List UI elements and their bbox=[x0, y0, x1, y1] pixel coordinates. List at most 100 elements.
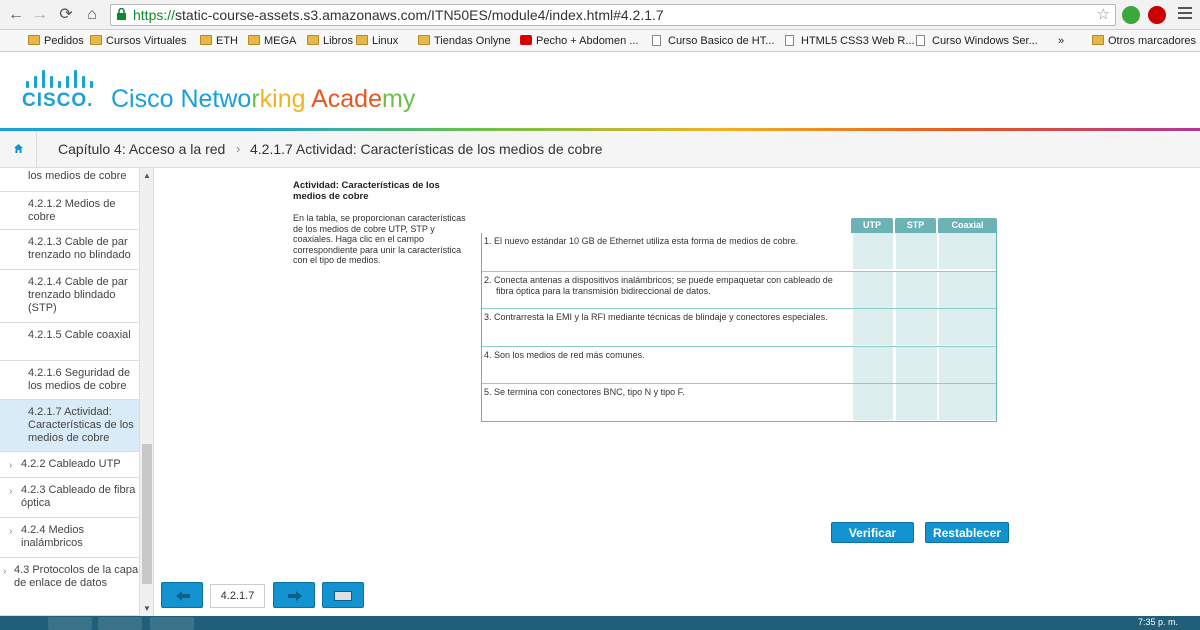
next-page-button[interactable] bbox=[273, 582, 315, 608]
sidebar-item-label: los medios de cobre bbox=[28, 170, 127, 182]
sidebar-item[interactable]: 4.2.1.3 Cable de par trenzado no blindad… bbox=[0, 230, 139, 270]
table-row: 1. El nuevo estándar 10 GB de Ethernet u… bbox=[482, 233, 996, 270]
answer-cell-stp[interactable] bbox=[894, 271, 937, 308]
bookmark-item[interactable]: Pedidos bbox=[28, 34, 84, 48]
sidebar: › 4.3 Protocolos de la capa de enlace de … bbox=[0, 168, 154, 616]
column-header-stp: STP bbox=[895, 218, 936, 233]
scroll-thumb[interactable] bbox=[142, 444, 152, 584]
bookmark-item[interactable]: HTML5 CSS3 Web R... bbox=[785, 34, 915, 48]
menu-icon[interactable] bbox=[1178, 7, 1192, 21]
bookmark-item[interactable]: Libros bbox=[307, 34, 353, 48]
toc-button[interactable] bbox=[322, 582, 364, 608]
bookmark-label: Cursos Virtuales bbox=[106, 35, 187, 47]
column-header-utp: UTP bbox=[851, 218, 893, 233]
academy-title: Cisco Networking Academy bbox=[111, 85, 415, 114]
bookmark-label: Tiendas Onlyne bbox=[434, 35, 511, 47]
forward-icon[interactable]: → bbox=[30, 5, 50, 25]
taskbar-clock: 7:35 p. m. bbox=[1137, 617, 1178, 627]
title-segment: r bbox=[251, 85, 260, 113]
answer-cell-utp[interactable] bbox=[851, 233, 893, 269]
folder-icon bbox=[248, 35, 260, 45]
title-segment: my bbox=[382, 85, 416, 113]
row-characteristic: 2. Conecta antenas a dispositivos inalám… bbox=[484, 274, 833, 296]
breadcrumb-separator: › bbox=[236, 141, 241, 156]
bookmark-item[interactable]: Cursos Virtuales bbox=[90, 34, 187, 48]
site-header: CISCO. Cisco Networking Academy bbox=[0, 52, 1200, 130]
row-characteristic: 4. Son los medios de red más comunes. bbox=[484, 349, 645, 360]
taskbar-app-icon[interactable] bbox=[150, 617, 194, 630]
youtube-icon bbox=[520, 35, 532, 45]
table-row: 4. Son los medios de red más comunes. bbox=[482, 345, 996, 383]
sidebar-item[interactable]: 4.2.1.7 Actividad: Características de lo… bbox=[0, 400, 139, 452]
sidebar-item[interactable]: 4.2.1.2 Medios de cobre bbox=[0, 192, 139, 230]
back-icon[interactable]: ← bbox=[6, 5, 26, 25]
other-bookmarks-label: Otros marcadores bbox=[1108, 35, 1197, 47]
answer-cell-coaxial[interactable] bbox=[937, 384, 996, 421]
bookmark-item[interactable]: Curso Basico de HT... bbox=[652, 34, 774, 48]
cisco-logo[interactable]: CISCO. bbox=[22, 70, 96, 112]
sidebar-item[interactable]: › 4.2.2 Cableado UTP bbox=[0, 452, 139, 478]
sidebar-item[interactable]: 4.2.1.4 Cable de par trenzado blindado (… bbox=[0, 270, 139, 323]
bookmark-item[interactable]: Tiendas Onlyne bbox=[418, 34, 511, 48]
bookmark-item[interactable]: Pecho + Abdomen ... bbox=[520, 34, 638, 48]
answer-cell-stp[interactable] bbox=[894, 309, 937, 346]
row-characteristic: 3. Contrarresta la EMI y la RFI mediante… bbox=[484, 312, 828, 323]
answer-cell-utp[interactable] bbox=[851, 346, 893, 383]
address-bar[interactable]: https://static-course-assets.s3.amazonaw… bbox=[110, 4, 1116, 26]
url-scheme: https:// bbox=[133, 7, 176, 23]
chevron-right-icon: › bbox=[9, 526, 13, 537]
answer-cell-utp[interactable] bbox=[851, 309, 893, 346]
sidebar-item[interactable]: los medios de cobre bbox=[0, 168, 139, 192]
home-icon[interactable]: ⌂ bbox=[82, 5, 102, 25]
answer-cell-stp[interactable] bbox=[894, 233, 937, 269]
chevron-right-icon: › bbox=[9, 460, 13, 471]
bookmark-label: Curso Windows Ser... bbox=[932, 35, 1038, 47]
previous-page-button[interactable] bbox=[161, 582, 203, 608]
sidebar-item-label: 4.2.1.5 Cable coaxial bbox=[28, 329, 131, 341]
sidebar-item[interactable]: 4.2.1.6 Seguridad de los medios de cobre bbox=[0, 361, 139, 400]
bookmark-item[interactable]: Curso Windows Ser... bbox=[916, 34, 1038, 48]
answer-cell-coaxial[interactable] bbox=[937, 346, 996, 383]
answer-cell-utp[interactable] bbox=[851, 271, 893, 308]
bookmark-item[interactable]: ETH bbox=[200, 34, 238, 48]
bookmark-label: Pecho + Abdomen ... bbox=[536, 35, 639, 47]
page-icon bbox=[785, 35, 794, 46]
breadcrumb-chapter[interactable]: Capítulo 4: Acceso a la red bbox=[58, 141, 225, 157]
scroll-up-icon[interactable]: ▲ bbox=[143, 171, 151, 180]
verify-button[interactable]: Verificar bbox=[831, 522, 914, 543]
home-icon bbox=[14, 144, 23, 153]
sidebar-item[interactable]: › 4.2.4 Medios inalámbricos bbox=[0, 518, 139, 558]
answer-cell-stp[interactable] bbox=[894, 384, 937, 421]
reset-button[interactable]: Restablecer bbox=[925, 522, 1009, 543]
reload-icon[interactable]: ⟳ bbox=[56, 5, 76, 25]
folder-icon bbox=[1092, 35, 1104, 45]
home-button[interactable] bbox=[0, 131, 37, 167]
url-text: static-course-assets.s3.amazonaws.com/IT… bbox=[175, 7, 664, 23]
bookmark-label: Linux bbox=[372, 35, 399, 47]
extension-icon[interactable] bbox=[1122, 6, 1140, 24]
row-characteristic: 1. El nuevo estándar 10 GB de Ethernet u… bbox=[484, 236, 799, 246]
answer-cell-stp[interactable] bbox=[894, 346, 937, 383]
scroll-down-icon[interactable]: ▼ bbox=[143, 604, 151, 613]
answer-cell-coaxial[interactable] bbox=[937, 309, 996, 346]
more-bookmarks-button[interactable]: » bbox=[1058, 34, 1064, 48]
star-icon[interactable]: ☆ bbox=[1097, 5, 1110, 25]
table-row: 5. Se termina con conectores BNC, tipo N… bbox=[482, 383, 996, 421]
page-icon bbox=[652, 35, 661, 46]
answer-cell-coaxial[interactable] bbox=[937, 233, 996, 269]
sidebar-scrollbar[interactable]: ▲ ▼ bbox=[139, 168, 153, 616]
sidebar-item-label: 4.3 Protocolos de la capa de enlace de d… bbox=[14, 564, 139, 589]
answer-cell-coaxial[interactable] bbox=[937, 271, 996, 308]
sidebar-item[interactable]: 4.2.1.5 Cable coaxial bbox=[0, 323, 139, 361]
answer-cell-utp[interactable] bbox=[851, 384, 893, 421]
other-bookmarks[interactable]: Otros marcadores bbox=[1092, 34, 1196, 48]
taskbar-explorer-icon[interactable] bbox=[48, 617, 92, 630]
bookmark-item[interactable]: Linux bbox=[356, 34, 398, 48]
taskbar-chrome-icon[interactable] bbox=[98, 617, 142, 630]
sidebar-item[interactable]: › 4.3 Protocolos de la capa de enlace de … bbox=[0, 558, 139, 616]
title-segment: Ac bbox=[311, 85, 341, 113]
bookmark-item[interactable]: MEGA bbox=[248, 34, 296, 48]
activity-title: Actividad: Características de los medios… bbox=[293, 180, 440, 202]
sidebar-item[interactable]: › 4.2.3 Cableado de fibra óptica bbox=[0, 478, 139, 518]
adblock-icon[interactable] bbox=[1148, 6, 1166, 24]
